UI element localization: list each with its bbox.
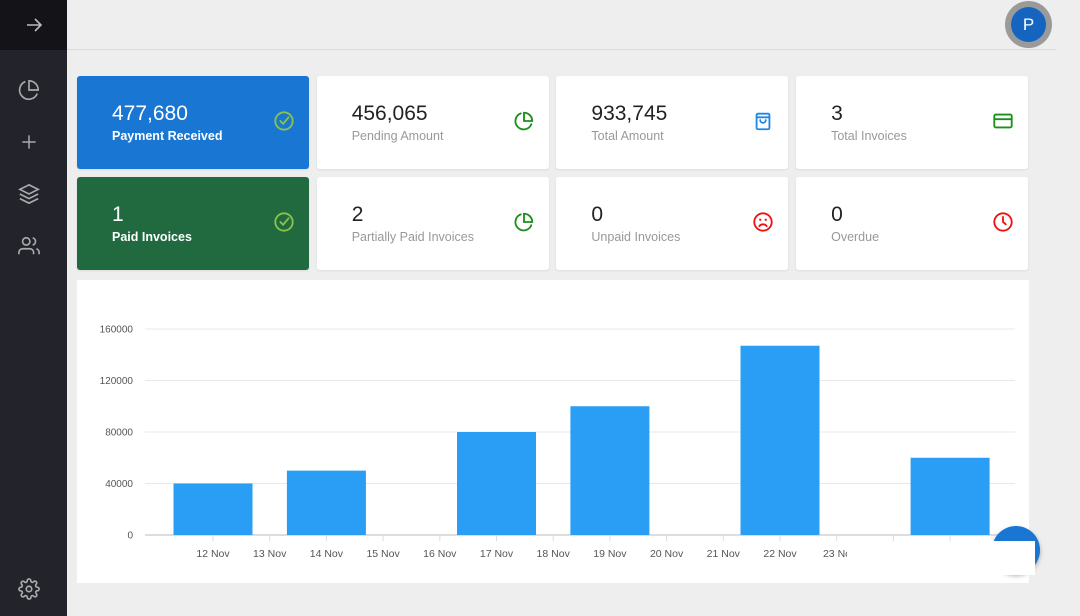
layers-icon <box>18 183 40 205</box>
shopping-bag-icon <box>756 112 771 131</box>
stat-value: 933,745 <box>591 102 668 125</box>
stat-value: 0 <box>591 203 604 226</box>
avatar-letter: P <box>1011 7 1046 42</box>
y-tick-label: 80000 <box>105 428 133 439</box>
stat-card-pending-amount[interactable]: 456,065 Pending Amount <box>316 76 549 169</box>
x-tick-label: 17 Nov <box>480 548 514 560</box>
stat-value: 1 <box>112 203 124 226</box>
stat-label: Payment Received <box>112 129 223 143</box>
x-tick-label: 22 Nov <box>763 548 797 560</box>
clock-icon <box>993 212 1013 232</box>
bar-22-nov <box>740 345 820 535</box>
x-tick-label: 19 Nov <box>593 548 627 560</box>
stat-label: Unpaid Invoices <box>591 230 681 244</box>
y-tick-label: 40000 <box>105 479 133 490</box>
sidebar-item-layers[interactable] <box>18 183 40 205</box>
stat-card-total-invoices[interactable]: 3 Total Invoices <box>796 76 1029 169</box>
x-tick-label: 20 Nov <box>650 548 684 560</box>
stat-value: 3 <box>831 102 843 125</box>
pie-chart-icon <box>18 80 39 100</box>
check-circle-icon <box>274 111 294 131</box>
pie-chart-icon <box>514 212 533 232</box>
bar-25-nov <box>910 457 990 535</box>
x-tick-label: 16 Nov <box>423 548 457 560</box>
bar-14-nov <box>286 470 366 535</box>
check-circle-icon <box>274 212 294 232</box>
stat-label: Overdue <box>831 230 880 244</box>
overlay-panel <box>847 541 1035 575</box>
stat-value: 0 <box>831 203 843 226</box>
x-tick-label: 21 Nov <box>707 548 741 560</box>
bar-12-nov <box>173 483 253 535</box>
stat-value: 456,065 <box>351 102 428 125</box>
stat-label: Paid Invoices <box>112 230 192 244</box>
stat-label: Partially Paid Invoices <box>351 230 474 244</box>
bar-chart: 0 40000 80000 120000 160000 12 Nov 13 Nov 14 No… <box>100 325 1015 560</box>
stat-card-partially-paid-invoices[interactable]: 2 Partially Paid Invoices <box>316 177 549 270</box>
y-tick-label: 160000 <box>100 325 134 336</box>
users-icon <box>18 236 40 255</box>
plus-icon <box>22 135 36 149</box>
x-tick-label: 18 Nov <box>537 548 571 560</box>
stat-card-total-amount[interactable]: 933,745 Total Amount <box>556 76 789 169</box>
x-tick-label: 13 Nov <box>253 548 287 560</box>
y-tick-label: 120000 <box>100 376 134 387</box>
bar-19-nov <box>570 406 650 535</box>
credit-card-icon <box>993 113 1013 129</box>
gear-icon <box>18 578 40 600</box>
stat-card-overdue[interactable]: 0 Overdue <box>796 177 1029 270</box>
y-tick-label: 0 <box>127 531 133 542</box>
arrow-right-icon <box>26 18 42 32</box>
stat-label: Total Amount <box>591 129 664 143</box>
sidebar-item-users[interactable] <box>18 235 40 257</box>
stat-card-payment-received[interactable]: 477,680 Payment Received <box>77 76 309 169</box>
stat-card-unpaid-invoices[interactable]: 0 Unpaid Invoices <box>556 177 789 270</box>
stat-label: Pending Amount <box>351 129 444 143</box>
stat-card-paid-invoices[interactable]: 1 Paid Invoices <box>77 177 309 270</box>
x-tick-label: 15 Nov <box>366 548 400 560</box>
chart-card: 0 40000 80000 120000 160000 12 Nov 13 Nov 14 No… <box>77 280 1029 583</box>
top-header <box>67 0 1056 50</box>
sidebar <box>0 0 67 616</box>
frown-icon <box>753 212 774 232</box>
sidebar-item-dashboard[interactable] <box>18 79 40 101</box>
sidebar-item-settings[interactable] <box>18 578 40 600</box>
pie-chart-icon <box>514 111 533 131</box>
x-tick-label: 12 Nov <box>196 548 230 560</box>
stat-value: 2 <box>351 203 364 226</box>
user-avatar[interactable]: P <box>1005 1 1052 48</box>
sidebar-item-add[interactable] <box>18 131 40 153</box>
bar-17-nov <box>457 432 536 535</box>
x-tick-label: 14 Nov <box>310 548 344 560</box>
stat-value: 477,680 <box>112 102 188 125</box>
stat-label: Total Invoices <box>831 129 907 143</box>
expand-sidebar-button[interactable] <box>0 0 67 50</box>
